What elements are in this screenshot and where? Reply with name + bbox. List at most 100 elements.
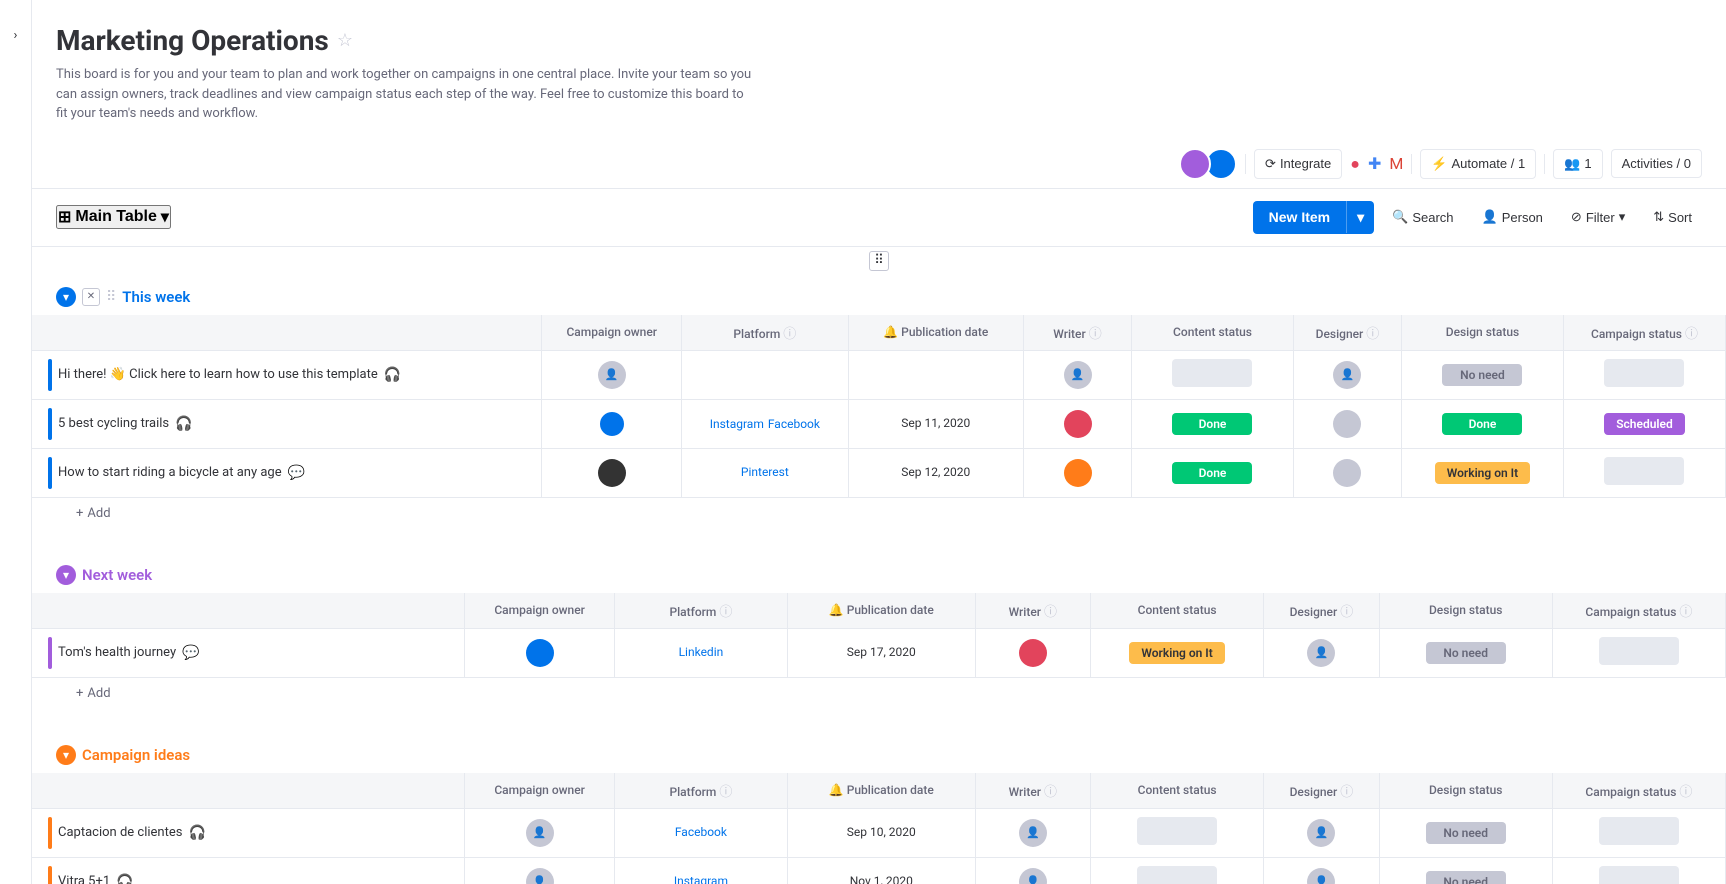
platform-facebook-2[interactable]: Facebook (768, 417, 820, 431)
group-next-week-title[interactable]: Next week (82, 566, 152, 584)
activities-button[interactable]: Activities / 0 (1611, 149, 1702, 178)
app-container: › Marketing Operations ☆ This board is f… (0, 0, 1726, 884)
designer-info-ci[interactable]: ⓘ (1340, 785, 1353, 800)
item-text-5[interactable]: Captacion de clientes (58, 825, 182, 840)
integrate-button[interactable]: ⟳ Integrate (1254, 149, 1342, 179)
group-this-week-title[interactable]: This week (122, 288, 190, 306)
content-status-badge-4[interactable]: Working on It (1129, 642, 1224, 664)
platform-linkedin-4[interactable]: Linkedin (679, 645, 724, 659)
designer-avatar-3 (1333, 459, 1361, 487)
sidebar-toggle[interactable]: › (0, 0, 32, 884)
campaign-status-empty-1[interactable] (1604, 359, 1684, 387)
group-campaign-ideas-title[interactable]: Campaign ideas (82, 746, 190, 764)
date-cell-3: Sep 12, 2020 (848, 448, 1023, 497)
group-this-week-collapse[interactable]: ▾ (56, 287, 76, 307)
headphones-icon-5[interactable]: 🎧 (188, 825, 205, 841)
headphones-icon-1[interactable]: 🎧 (384, 367, 401, 383)
design-status-badge-2[interactable]: Done (1442, 413, 1522, 435)
integrate-icon: ⟳ (1265, 156, 1276, 172)
campaign-status-empty-6[interactable] (1599, 866, 1679, 884)
design-status-cell-5[interactable]: No need (1379, 808, 1552, 857)
campaign-status-badge-2[interactable]: Scheduled (1604, 413, 1685, 435)
design-status-badge-4[interactable]: No need (1426, 642, 1506, 664)
group-this-week-close[interactable]: ✕ (82, 288, 100, 306)
group-this-week-drag[interactable]: ⠿ (106, 289, 116, 305)
table-name-button[interactable]: ⊞ Main Table ▾ (56, 205, 171, 229)
campaign-ideas-table-wrapper: Campaign owner Platform ⓘ 🔔 Publication … (32, 773, 1726, 884)
chat-icon-3[interactable]: 💬 (288, 465, 305, 481)
platform-instagram-6[interactable]: Instagram (674, 874, 728, 884)
campaign-info-nw[interactable]: ⓘ (1679, 605, 1692, 620)
writer-info-ci[interactable]: ⓘ (1044, 785, 1057, 800)
star-icon[interactable]: ☆ (337, 30, 353, 51)
content-status-empty-5[interactable] (1137, 817, 1217, 845)
content-status-cell-3: Done (1132, 448, 1294, 497)
design-status-badge-3[interactable]: Working on It (1435, 462, 1530, 484)
campaign-status-empty-5[interactable] (1599, 817, 1679, 845)
content-status-badge-3[interactable]: Done (1172, 462, 1252, 484)
platform-pinterest-3[interactable]: Pinterest (741, 465, 789, 479)
this-week-add-row[interactable]: + Add (32, 498, 1726, 529)
design-status-cell-2[interactable]: Done (1401, 399, 1563, 448)
new-item-button[interactable]: New Item ▾ (1253, 201, 1375, 234)
design-status-badge-6[interactable]: No need (1426, 871, 1506, 884)
platform-facebook-5[interactable]: Facebook (675, 825, 727, 839)
chat-icon-4[interactable]: 💬 (182, 645, 199, 661)
design-status-cell-3[interactable]: Working on It (1401, 448, 1563, 497)
design-status-cell-4[interactable]: No need (1379, 628, 1552, 677)
divider-between-groups-1 (32, 529, 1726, 553)
automate-button[interactable]: ⚡ Automate / 1 (1420, 149, 1536, 179)
group-bar-orange-6 (48, 866, 52, 884)
writer-info-icon[interactable]: ⓘ (1089, 327, 1102, 342)
item-text-2[interactable]: 5 best cycling trails (58, 416, 169, 431)
platform-info-ci[interactable]: ⓘ (719, 785, 732, 800)
campaign-status-cell-2[interactable]: Scheduled (1563, 399, 1725, 448)
platform-info-icon[interactable]: ⓘ (783, 327, 796, 342)
designer-info-icon[interactable]: ⓘ (1366, 327, 1379, 342)
owner-avatar-2 (598, 410, 626, 438)
item-text-1[interactable]: Hi there! 👋 Click here to learn how to u… (58, 367, 378, 382)
new-item-label: New Item (1253, 201, 1347, 233)
content-status-empty-6[interactable] (1137, 866, 1217, 884)
designer-info-nw[interactable]: ⓘ (1340, 605, 1353, 620)
design-status-cell-1[interactable]: No need (1401, 350, 1563, 399)
headphones-icon-2[interactable]: 🎧 (175, 416, 192, 432)
sort-button[interactable]: ⇅ Sort (1643, 203, 1702, 231)
group-next-week: ▾ Next week Campaign owner Platform ⓘ 🔔 … (32, 553, 1726, 709)
design-status-cell-6[interactable]: No need (1379, 857, 1552, 884)
platform-info-nw[interactable]: ⓘ (719, 605, 732, 620)
new-item-arrow: ▾ (1347, 201, 1374, 234)
campaign-status-empty-4[interactable] (1599, 637, 1679, 665)
search-button[interactable]: 🔍 Search (1382, 203, 1463, 231)
grid-icon: ⊞ (58, 207, 71, 227)
campaign-info-ci[interactable]: ⓘ (1679, 785, 1692, 800)
item-text-3[interactable]: How to start riding a bicycle at any age (58, 465, 282, 480)
next-week-header-row: Campaign owner Platform ⓘ 🔔 Publication … (32, 593, 1726, 629)
campaign-status-empty-3[interactable] (1604, 457, 1684, 485)
group-bar-purple (48, 637, 52, 669)
group-next-week-collapse[interactable]: ▾ (56, 565, 76, 585)
platform-instagram-2[interactable]: Instagram (710, 417, 764, 431)
design-status-badge-1[interactable]: No need (1442, 364, 1522, 386)
designer-cell-4: 👤 (1264, 628, 1379, 677)
campaign-status-info-icon[interactable]: ⓘ (1685, 327, 1698, 342)
drag-handle-row[interactable]: ⠿ (869, 251, 889, 271)
content-status-empty-1[interactable] (1172, 359, 1252, 387)
item-text-4[interactable]: Tom's health journey (58, 645, 176, 660)
design-status-badge-5[interactable]: No need (1426, 822, 1506, 844)
person-count-button[interactable]: 👥 1 (1553, 149, 1602, 179)
date-text-2: Sep 11, 2020 (901, 416, 970, 430)
headphones-icon-6[interactable]: 🎧 (116, 874, 133, 884)
item-text-6[interactable]: Vitra 5+1 (58, 874, 110, 884)
next-week-add-row[interactable]: + Add (32, 678, 1726, 709)
automate-icon: ⚡ (1431, 156, 1447, 172)
writer-cell-1: 👤 (1024, 350, 1132, 399)
content-status-badge-2[interactable]: Done (1172, 413, 1252, 435)
person-filter-button[interactable]: 👤 Person (1472, 203, 1553, 231)
group-campaign-ideas-collapse[interactable]: ▾ (56, 745, 76, 765)
writer-info-nw[interactable]: ⓘ (1044, 605, 1057, 620)
owner-cell-2 (542, 399, 682, 448)
col-campaign-nw: Campaign status ⓘ (1552, 593, 1725, 629)
filter-button[interactable]: ⊘ Filter ▾ (1561, 203, 1635, 231)
header: Marketing Operations ☆ This board is for… (32, 0, 1726, 124)
